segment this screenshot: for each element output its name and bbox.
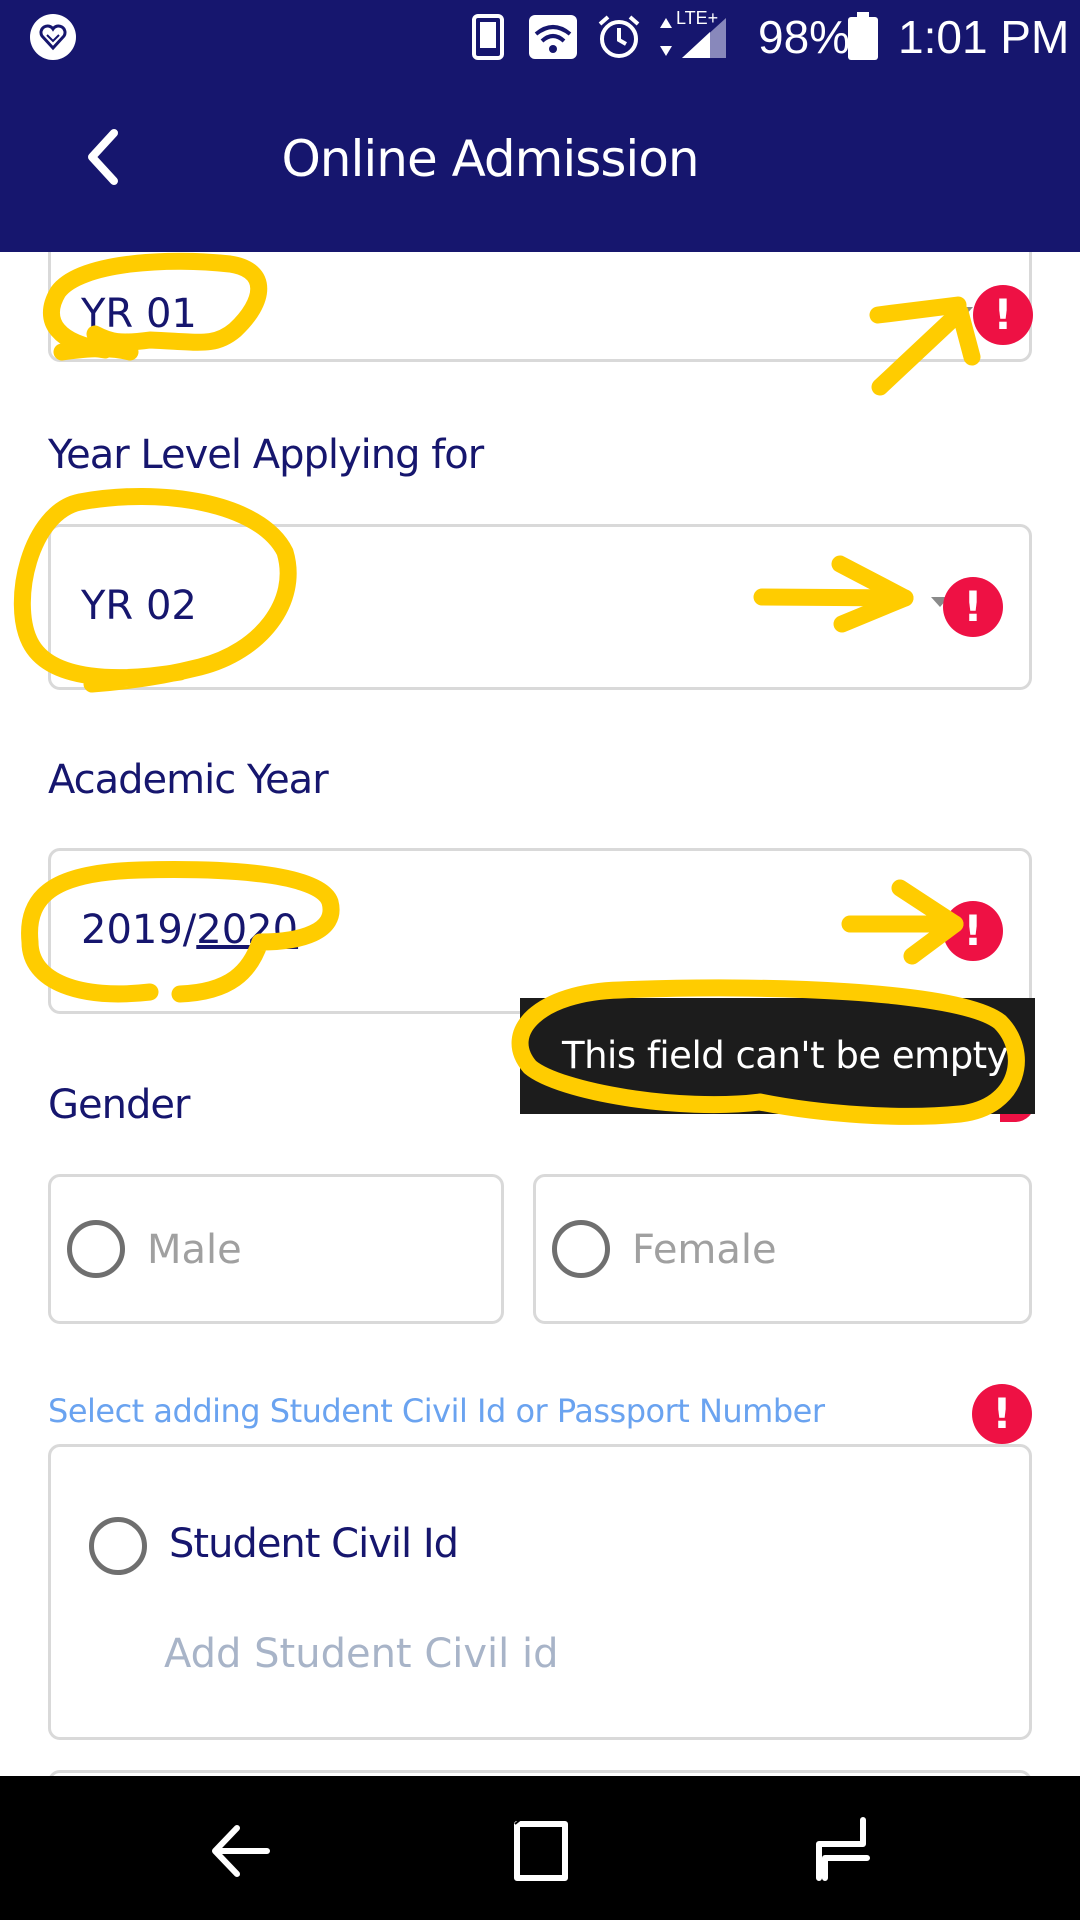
civil-id-option-label: Student Civil Id bbox=[169, 1521, 459, 1567]
error-exclamation-icon[interactable]: ! bbox=[972, 1384, 1032, 1444]
clock: 1:01 PM bbox=[898, 11, 1070, 63]
year-level-value: YR 02 bbox=[81, 583, 197, 629]
gender-label: Gender bbox=[48, 1082, 190, 1128]
nav-recents-icon[interactable] bbox=[795, 1806, 885, 1896]
gender-male-label: Male bbox=[147, 1227, 242, 1273]
app-bar: Online Admission bbox=[0, 72, 1080, 252]
alarm-icon bbox=[598, 15, 640, 58]
radio-male[interactable] bbox=[67, 1220, 125, 1278]
battery-icon bbox=[848, 12, 878, 60]
page-title: Online Admission bbox=[281, 130, 699, 188]
radio-female[interactable] bbox=[552, 1220, 610, 1278]
radio-civil-id[interactable] bbox=[89, 1517, 147, 1575]
gender-female-label: Female bbox=[632, 1227, 777, 1273]
gender-option-female[interactable]: Female bbox=[533, 1174, 1032, 1324]
civil-id-input[interactable]: Add Student Civil id bbox=[164, 1631, 559, 1677]
form-content: YR 01 ! Year Level Applying for YR 02 ! … bbox=[0, 252, 1080, 1776]
error-exclamation-icon[interactable]: ! bbox=[973, 285, 1033, 345]
gender-option-male[interactable]: Male bbox=[48, 1174, 504, 1324]
status-bar: LTE+ 98% 1:01 PM bbox=[0, 0, 1080, 72]
network-type-label: LTE+ bbox=[676, 8, 719, 28]
academic-year-label: Academic Year bbox=[48, 757, 329, 803]
year-level-select[interactable]: YR 02 ! bbox=[48, 524, 1032, 690]
wifi-icon bbox=[529, 15, 577, 59]
academic-year-value: 2019/2020 bbox=[81, 907, 299, 953]
previous-year-select[interactable]: YR 01 ! bbox=[48, 252, 1033, 362]
error-tooltip: This field can't be empty bbox=[520, 998, 1035, 1114]
academic-year-select[interactable]: 2019/2020 ! bbox=[48, 848, 1032, 1014]
year-level-label: Year Level Applying for bbox=[48, 432, 484, 478]
nav-home-icon[interactable] bbox=[495, 1806, 585, 1896]
dropdown-caret-icon bbox=[955, 307, 973, 317]
navigation-bar bbox=[0, 1776, 1080, 1920]
error-exclamation-icon[interactable]: ! bbox=[943, 901, 1003, 961]
battery-percent: 98% bbox=[758, 11, 851, 63]
nav-back-icon[interactable] bbox=[195, 1806, 285, 1896]
civil-id-box: Student Civil Id Add Student Civil id bbox=[48, 1444, 1032, 1740]
phone-icon bbox=[472, 14, 504, 60]
previous-year-value: YR 01 bbox=[81, 291, 197, 337]
id-selection-hint: Select adding Student Civil Id or Passpo… bbox=[48, 1392, 825, 1430]
app-notification-icon bbox=[30, 14, 76, 60]
error-exclamation-icon[interactable]: ! bbox=[943, 577, 1003, 637]
